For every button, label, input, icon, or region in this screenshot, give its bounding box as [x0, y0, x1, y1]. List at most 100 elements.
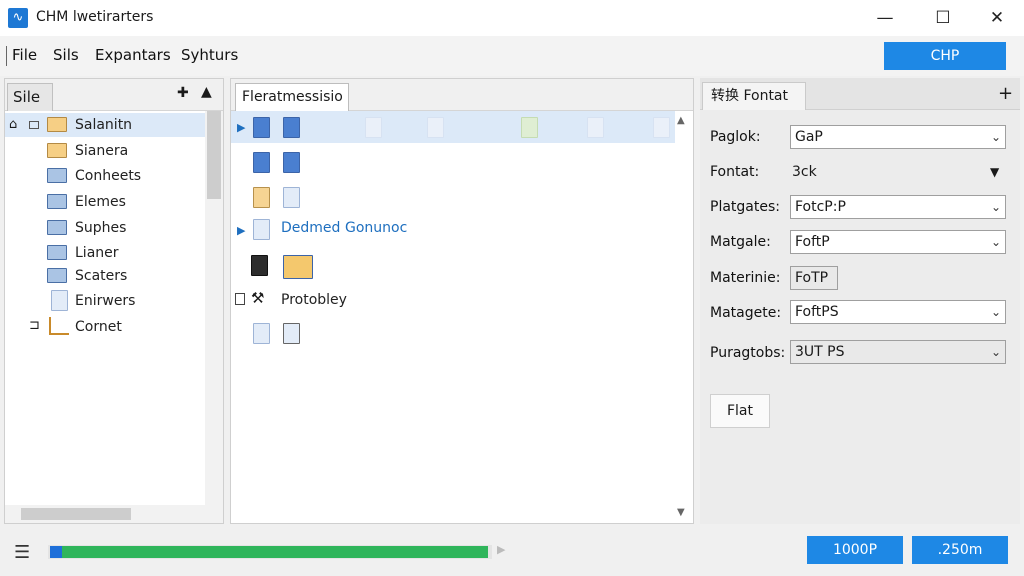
- tab-sile[interactable]: Sile: [7, 83, 53, 111]
- menu-file[interactable]: File: [12, 46, 37, 64]
- tree-item-conheets[interactable]: Conheets: [5, 164, 205, 188]
- link-dedmed[interactable]: Dedmed: [281, 220, 340, 236]
- chevron-down-icon: ⌄: [990, 130, 1001, 144]
- progress-fill: [50, 546, 488, 558]
- folder-icon: [47, 168, 67, 183]
- select-value: FoftP: [795, 234, 830, 250]
- document-icon[interactable]: [283, 152, 300, 173]
- link-gonunoc[interactable]: Gonunoc: [345, 220, 407, 236]
- wave-icon: ∿: [8, 8, 28, 28]
- close-button[interactable]: ✕: [968, 0, 1024, 36]
- file-tree-panel: Sile ✚ ▲ ⌂ Salanitn Sianera Conheets Ele…: [4, 78, 224, 524]
- tree-item-enirwers[interactable]: Enirwers: [5, 289, 205, 313]
- prop-label: Matagete:: [710, 305, 782, 321]
- collapse-icon[interactable]: [235, 293, 245, 305]
- tree-item-label: Sianera: [75, 143, 129, 159]
- tree-item-label: Enirwers: [75, 293, 136, 309]
- expand-icon[interactable]: ⊐: [29, 318, 40, 333]
- document-icon: [283, 117, 300, 138]
- content-panel: Fleratmessisio ▶ ▶ Dedmed Gonunoc ⚒ Prot…: [230, 78, 694, 524]
- expand-arrow-icon[interactable]: ▶: [237, 224, 245, 237]
- blank-document-icon[interactable]: [253, 323, 270, 344]
- document-icon[interactable]: [253, 152, 270, 173]
- file-icon: [51, 290, 68, 311]
- prop-label: Platgates:: [710, 199, 780, 215]
- tab-fontat[interactable]: 转换 Fontat: [702, 82, 806, 110]
- folder-icon: [47, 143, 67, 158]
- prop-label: Fontat:: [710, 164, 760, 180]
- edit-document-icon[interactable]: [283, 187, 300, 208]
- properties-panel: 转换 Fontat + Paglok: GaP ⌄ Fontat: 3ck ▼ …: [700, 78, 1020, 524]
- scroll-down-icon[interactable]: ▼: [677, 507, 685, 518]
- chevron-down-icon: ⌄: [990, 235, 1001, 249]
- tree-item-lianer[interactable]: Lianer: [5, 241, 205, 265]
- minimize-button[interactable]: —: [856, 0, 914, 36]
- tree-item-elemes[interactable]: Elemes: [5, 190, 205, 214]
- folder-icon: [47, 117, 67, 132]
- menu-bar: File Sils Expantars Syhturs: [0, 36, 1024, 76]
- folder-icon: [49, 317, 69, 335]
- tree-item-label: Cornet: [75, 319, 122, 335]
- chevron-down-icon[interactable]: ▼: [990, 165, 999, 179]
- document-icon: [427, 117, 444, 138]
- list-document-icon[interactable]: [283, 323, 300, 344]
- folder-icon: [47, 194, 67, 209]
- prop-label: Paglok:: [710, 129, 761, 145]
- tree-item-salanitn[interactable]: ⌂ Salanitn: [5, 113, 205, 137]
- select-value: GaP: [795, 129, 823, 145]
- fontat-value[interactable]: 3ck: [792, 164, 817, 180]
- chevron-down-icon: ⌄: [990, 345, 1001, 359]
- maximize-button[interactable]: ☐: [914, 0, 972, 36]
- tree-item-label: Scaters: [75, 268, 128, 284]
- menu-sils[interactable]: Sils: [53, 46, 79, 64]
- text-document-icon[interactable]: [251, 255, 268, 276]
- prop-label: Puragtobs:: [710, 345, 786, 361]
- play-icon[interactable]: ▶: [497, 543, 505, 556]
- tree-item-cornet[interactable]: ⊐ Cornet: [5, 315, 205, 339]
- status-button-250m[interactable]: .250m: [912, 536, 1008, 564]
- document-icon: [653, 117, 670, 138]
- puragtobs-select[interactable]: 3UT PS ⌄: [790, 340, 1006, 364]
- collapse-up-icon[interactable]: ▲: [201, 84, 212, 100]
- tools-icon[interactable]: ⚒: [251, 289, 264, 307]
- tree-item-scaters[interactable]: Scaters: [5, 264, 205, 288]
- expand-arrow-icon[interactable]: ▶: [237, 121, 245, 134]
- status-button-1000p[interactable]: 1000P: [807, 536, 903, 564]
- list-icon[interactable]: ☰: [14, 542, 30, 563]
- flat-button[interactable]: Flat: [710, 394, 770, 428]
- matgale-select[interactable]: FoftP ⌄: [790, 230, 1006, 254]
- prop-label: Materinie:: [710, 270, 781, 286]
- chp-button[interactable]: CHP: [884, 42, 1006, 70]
- tree-item-suphes[interactable]: Suphes: [5, 216, 205, 240]
- platgates-select[interactable]: FotcP:P ⌄: [790, 195, 1006, 219]
- document-icon: [253, 117, 270, 138]
- matagete-select[interactable]: FoftPS ⌄: [790, 300, 1006, 324]
- horizontal-scrollbar-thumb[interactable]: [21, 508, 131, 520]
- folder-icon: [47, 220, 67, 235]
- scroll-up-icon[interactable]: ▲: [677, 115, 685, 126]
- window-title: CHM lwetirarters: [36, 9, 154, 25]
- tree-item-sianera[interactable]: Sianera: [5, 139, 205, 163]
- document-icon[interactable]: [253, 187, 270, 208]
- collapse-icon[interactable]: [29, 121, 39, 129]
- progress-handle[interactable]: [50, 546, 62, 558]
- scrollbar-thumb[interactable]: [207, 111, 221, 199]
- materinie-field[interactable]: FoTP: [790, 266, 838, 290]
- tool-label: Protobley: [281, 292, 347, 308]
- pin-icon[interactable]: ✚: [177, 85, 189, 101]
- gallery-icon[interactable]: [283, 255, 313, 279]
- tab-fleratmessisio[interactable]: Fleratmessisio: [235, 83, 349, 111]
- home-icon[interactable]: ⌂: [9, 117, 17, 132]
- chevron-down-icon: ⌄: [990, 305, 1001, 319]
- menu-syhturs[interactable]: Syhturs: [181, 46, 238, 64]
- select-value: FoftPS: [795, 304, 839, 320]
- chevron-down-icon: ⌄: [990, 200, 1001, 214]
- select-value: FotcP:P: [795, 199, 846, 215]
- menu-separator: [6, 46, 7, 66]
- status-bar: ☰ ▶ 1000P .250m: [0, 528, 1024, 576]
- paglok-select[interactable]: GaP ⌄: [790, 125, 1006, 149]
- image-document-icon[interactable]: [253, 219, 270, 240]
- tree-item-label: Elemes: [75, 194, 126, 210]
- menu-expantars[interactable]: Expantars: [95, 46, 171, 64]
- add-icon[interactable]: +: [998, 83, 1013, 104]
